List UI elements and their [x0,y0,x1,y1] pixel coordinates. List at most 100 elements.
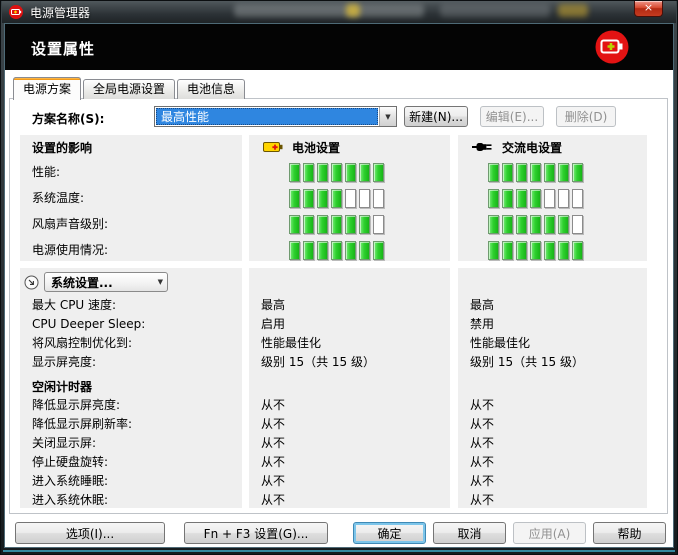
titlebar-glass-blur [440,4,550,17]
meter-segment [317,241,328,260]
spacer [458,268,647,296]
meter-segment [303,189,314,208]
tab-label: 电池信息 [187,82,235,96]
idle-ac-value: 从不 [458,453,647,472]
impact-ac-meters [458,159,647,261]
meter-segment [317,189,328,208]
edit-button[interactable]: 编辑(E)... [480,106,544,127]
meter-segment [289,163,300,182]
meter-segment [572,215,583,234]
system-ac-value: 最高 [458,296,647,315]
meter-segment [488,189,499,208]
tab-电池信息[interactable]: 电池信息 [177,79,245,99]
meter-segment [289,241,300,260]
titlebar-glass-blur [558,4,588,17]
titlebar-glass-blur [346,4,360,17]
system-ac-value: 禁用 [458,315,647,334]
idle-battery-value: 从不 [249,491,450,508]
meter-segment [303,163,314,182]
idle-ac-value: 从不 [458,472,647,491]
tab-电源方案[interactable]: 电源方案 [13,77,81,100]
meter-segment [331,241,342,260]
idle-row-label: 关闭显示屏: [20,434,242,453]
impact-labels-panel: 设置的影响 性能:系统温度:风扇声音级别:电源使用情况: [20,135,242,261]
idle-ac-value: 从不 [458,491,647,508]
meter-segment [530,163,541,182]
scheme-name-label: 方案名称(S): [32,110,104,127]
system-ac-rows: 最高禁用性能最佳化级别 15（共 15 级） [458,296,647,372]
tab-全局电源设置[interactable]: 全局电源设置 [83,79,175,99]
dropdown-arrow-icon[interactable]: ▼ [379,107,396,126]
spacer [458,372,647,396]
system-settings-select[interactable]: 系统设置... ▼ [44,272,168,292]
fnf3-button[interactable]: Fn + F3 设置(G)... [184,522,328,544]
ok-button[interactable]: 确定 [353,522,426,544]
meter-segment [502,241,513,260]
idle-ac-rows: 从不从不从不从不从不从不 [458,396,647,508]
apply-button[interactable]: 应用(A) [513,522,586,544]
help-button[interactable]: 帮助 [593,522,666,544]
impact-row-label: 性能: [20,159,242,185]
delete-button[interactable]: 删除(D) [556,106,616,127]
idle-battery-value: 从不 [249,415,450,434]
titlebar[interactable]: 电源管理器 × [2,1,676,23]
meter-segment [544,215,555,234]
impact-battery-panel: 电池设置 [249,135,450,261]
idle-timers-title: 空闲计时器 [20,372,242,396]
scheme-name-select[interactable]: 最高性能 ▼ [154,106,397,127]
meter [249,237,450,261]
meter-segment [558,189,569,208]
meter-segment [572,163,583,182]
meter-segment [373,215,384,234]
expand-icon[interactable] [24,275,39,290]
ac-settings-header: 交流电设置 [458,135,647,159]
system-row-label: CPU Deeper Sleep: [20,315,242,334]
cancel-button[interactable]: 取消 [433,522,506,544]
power-scheme-tab-page: 方案名称(S): 最高性能 ▼ 新建(N)... 编辑(E)... 删除(D) 设置… [9,98,668,514]
meter-segment [572,241,583,260]
idle-battery-value: 从不 [249,434,450,453]
meter-segment [516,189,527,208]
system-settings-header: 系统设置... ▼ [20,268,242,296]
idle-row-label: 降低显示屏亮度: [20,396,242,415]
meter [458,237,647,261]
meter-segment [303,215,314,234]
idle-row-label: 进入系统休眠: [20,491,242,508]
impact-ac-panel: 交流电设置 [458,135,647,261]
meter-segment [558,163,569,182]
close-button[interactable]: × [634,1,663,17]
options-button[interactable]: 选项(I)... [15,522,165,544]
idle-battery-rows: 从不从不从不从不从不从不 [249,396,450,508]
system-battery-rows: 最高启用性能最佳化级别 15（共 15 级） [249,296,450,372]
impact-title: 设置的影响 [20,135,242,159]
meter [249,159,450,185]
meter-segment [317,163,328,182]
idle-label-rows: 降低显示屏亮度:降低显示屏刷新率:关闭显示屏:停止硬盘旋转:进入系统睡眠:进入系… [20,396,242,508]
system-battery-value: 性能最佳化 [249,334,450,353]
system-battery-panel: 最高启用性能最佳化级别 15（共 15 级） 从不从不从不从不从不从不 [249,268,450,508]
meter-segment [373,189,384,208]
meter-segment [303,241,314,260]
idle-ac-value: 从不 [458,415,647,434]
tab-label: 电源方案 [23,82,71,96]
header-band: 设置属性 [5,24,673,70]
meter [249,185,450,211]
meter-segment [373,163,384,182]
meter-segment [345,215,356,234]
impact-label-rows: 性能:系统温度:风扇声音级别:电源使用情况: [20,159,242,261]
meter-segment [345,241,356,260]
meter-segment [516,241,527,260]
meter-segment [502,189,513,208]
meter-segment [530,215,541,234]
meter-segment [516,163,527,182]
new-button[interactable]: 新建(N)... [404,106,468,127]
idle-battery-value: 从不 [249,472,450,491]
spacer [249,372,450,396]
idle-ac-value: 从不 [458,434,647,453]
system-row-label: 最大 CPU 速度: [20,296,242,315]
meter-segment [558,215,569,234]
idle-ac-value: 从不 [458,396,647,415]
meter-segment [558,241,569,260]
meter-segment [345,163,356,182]
meter-segment [516,215,527,234]
